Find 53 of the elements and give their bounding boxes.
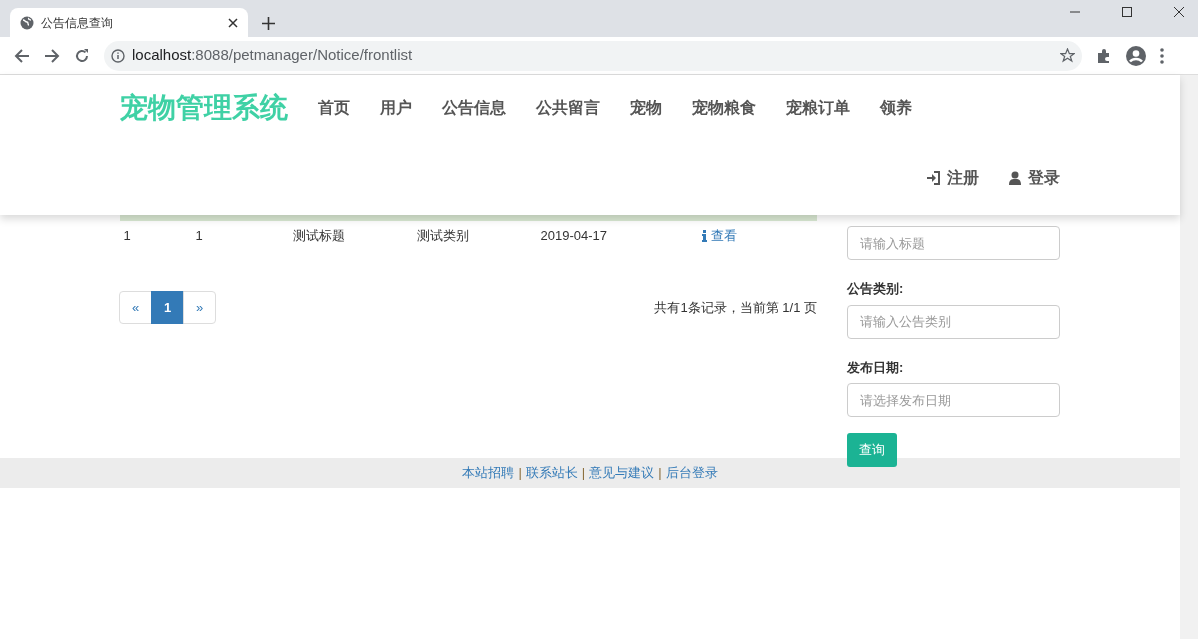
search-field[interactable]: 请输入公告类别	[847, 304, 1060, 339]
nav-link[interactable]: 领养	[865, 96, 927, 120]
nav-link[interactable]: 首页	[303, 96, 365, 120]
info-icon	[702, 230, 707, 242]
view-link[interactable]: 查看	[702, 226, 737, 246]
nav-link[interactable]: 用户	[365, 96, 427, 120]
info-icon	[111, 48, 125, 63]
address-bar[interactable]: localhost:8088/petmanager/Notice/frontlist	[104, 40, 1082, 71]
footer-link[interactable]: 本站招聘	[462, 463, 515, 483]
next-page-button[interactable]: »	[183, 291, 216, 324]
user-icon	[1009, 171, 1021, 185]
close-icon[interactable]	[228, 17, 238, 28]
search-field[interactable]: 请输入标题	[847, 226, 1060, 260]
browser-tab[interactable]: 公告信息查询	[10, 8, 248, 37]
login-link[interactable]: 登录	[1009, 166, 1060, 190]
account-icon[interactable]	[1126, 45, 1146, 66]
nav-link[interactable]: 宠物粮食	[677, 96, 771, 120]
record-summary: 共有1条记录，当前第 1/1 页	[654, 298, 817, 317]
url-text: localhost:8088/petmanager/Notice/frontlist	[132, 45, 414, 66]
footer-link[interactable]: 联系站长	[525, 463, 578, 483]
separator: |	[658, 464, 662, 483]
back-icon[interactable]	[14, 47, 30, 64]
footer-link[interactable]: 后台登录	[665, 463, 718, 483]
menu-icon[interactable]	[1160, 47, 1164, 64]
reload-icon[interactable]	[74, 47, 90, 64]
search-field[interactable]: 请选择发布日期	[847, 383, 1060, 417]
close-window-icon[interactable]	[1174, 7, 1184, 17]
table-cell-text: 2019-04-17	[539, 227, 608, 246]
separator: |	[581, 464, 586, 483]
puzzle-icon[interactable]	[1096, 47, 1112, 64]
field-label: 公告类别:	[847, 280, 905, 298]
previous-page-button[interactable]: «	[119, 291, 152, 324]
maximize-icon[interactable]	[1122, 7, 1132, 17]
separator: |	[518, 464, 522, 483]
table-cell-text: 测试类别	[415, 227, 470, 246]
page-button[interactable]: 1	[151, 291, 184, 324]
scrollbar[interactable]	[1180, 75, 1198, 639]
table-cell-text: 1	[194, 227, 204, 246]
register-link[interactable]: 注册	[926, 166, 979, 190]
globe-icon	[20, 15, 34, 30]
star-icon[interactable]	[1060, 48, 1075, 63]
table-cell-text: 1	[122, 227, 132, 246]
forward-icon[interactable]	[44, 47, 60, 64]
nav-link[interactable]: 宠物	[615, 96, 677, 120]
field-label: 发布日期:	[847, 358, 905, 377]
sign-in-icon	[926, 171, 940, 185]
new-tab-icon[interactable]	[262, 17, 275, 30]
nav-link[interactable]: 宠粮订单	[771, 96, 865, 120]
footer-link[interactable]: 意见与建议	[589, 463, 655, 483]
nav-link[interactable]: 公共留言	[521, 96, 615, 120]
table-cell-text: 测试标题	[291, 227, 346, 246]
tab-title: 公告信息查询	[41, 14, 114, 32]
nav-link[interactable]: 公告信息	[427, 96, 521, 120]
